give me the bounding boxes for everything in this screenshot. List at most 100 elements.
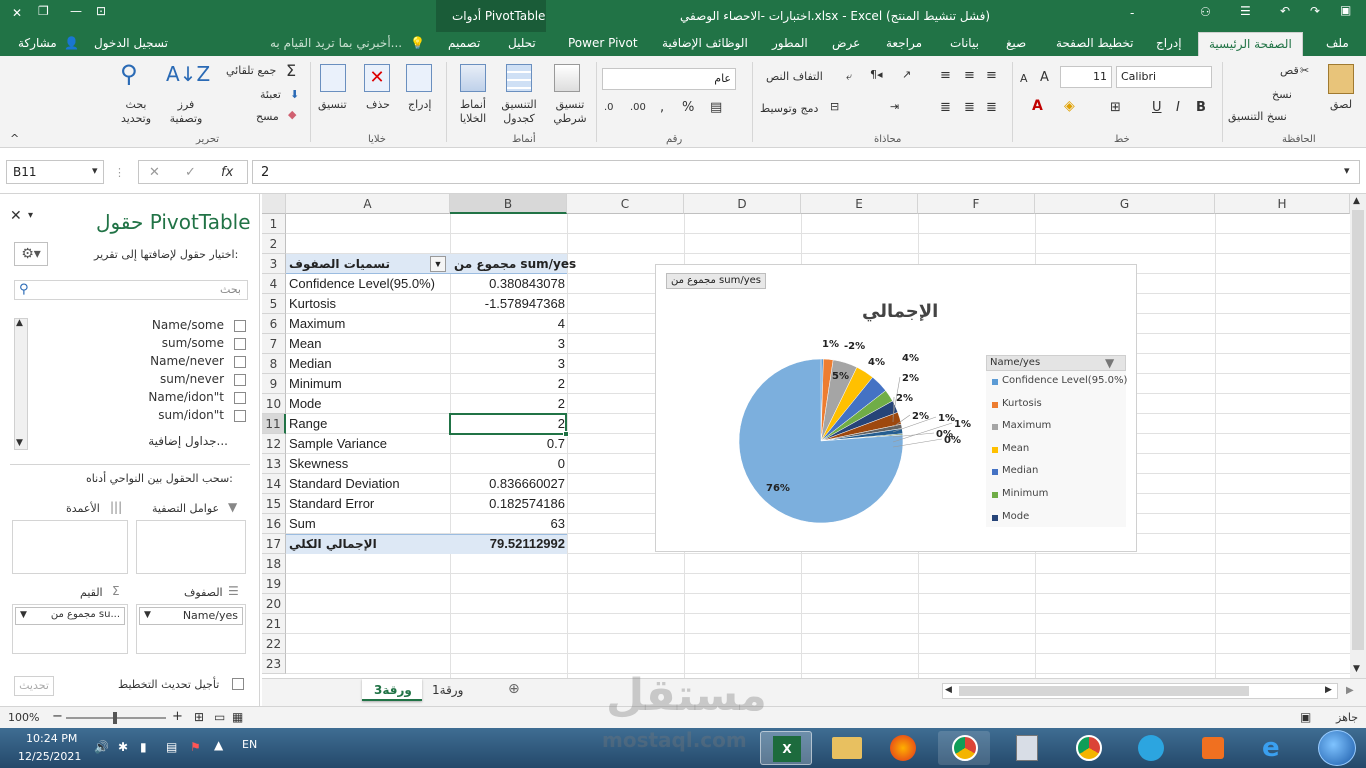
restore-icon[interactable]: ❐ (38, 4, 49, 18)
defer-update-checkbox[interactable] (232, 678, 244, 690)
row-header[interactable]: 5 (262, 294, 286, 314)
pivot-row-label[interactable]: Minimum (289, 374, 342, 394)
field-item[interactable]: Name/idon"t (148, 390, 224, 404)
paste-button[interactable]: لصق (1330, 98, 1352, 111)
align-left-icon[interactable]: ≣ (986, 100, 997, 115)
italic-icon[interactable]: I (1176, 100, 1180, 115)
rows-zone[interactable]: Name/yes ▼ (136, 604, 246, 654)
row-header[interactable]: 3 (262, 254, 286, 274)
taskbar-calculator[interactable] (1000, 731, 1052, 765)
volume-icon[interactable]: 🔊 (94, 740, 109, 754)
tab-power-pivot[interactable]: Power Pivot (568, 36, 638, 50)
row-header[interactable]: 13 (262, 454, 286, 474)
pivot-row-value[interactable]: 0.7 (450, 434, 565, 454)
pivot-row-value[interactable]: 0 (450, 454, 565, 474)
number-format-box[interactable]: عام (602, 68, 736, 90)
row-header[interactable]: 14 (262, 474, 286, 494)
cell-styles-button[interactable]: أنماط الخلايا (452, 98, 494, 126)
taskbar-chrome-2[interactable] (1062, 731, 1114, 765)
tab-review[interactable]: مراجعة (886, 36, 922, 50)
field-checkbox[interactable] (234, 374, 246, 386)
qat-icon[interactable]: ⚇ (1200, 5, 1211, 19)
field-checkbox[interactable] (234, 410, 246, 422)
decrease-font-icon[interactable]: A (1020, 72, 1028, 85)
pie-data-label[interactable]: 1% (954, 419, 971, 430)
pivot-row-value[interactable]: 4 (450, 314, 565, 334)
legend-item[interactable]: Mode (992, 511, 1124, 525)
pie-data-label[interactable]: 2% (902, 373, 919, 384)
column-header[interactable]: C (567, 194, 684, 214)
copy-button[interactable]: نسخ (1272, 88, 1292, 101)
horizontal-scrollbar[interactable]: ◀ ▶ (942, 683, 1338, 699)
language-indicator[interactable]: EN (242, 738, 257, 751)
taskbar-ie[interactable]: e (1248, 731, 1300, 765)
delete-cells-icon[interactable]: ✕ (364, 64, 390, 92)
active-cell-selector[interactable] (449, 413, 567, 435)
legend-field-button[interactable]: Name/yes ▼ (986, 355, 1126, 371)
row-header[interactable]: 20 (262, 594, 286, 614)
column-header[interactable]: H (1215, 194, 1350, 214)
tab-page-layout[interactable]: تخطيط الصفحة (1056, 36, 1133, 50)
taskbar-telegram[interactable] (1124, 731, 1176, 765)
row-header[interactable]: 2 (262, 234, 286, 254)
network-icon[interactable]: ▤ (166, 740, 177, 754)
borders-icon[interactable]: ⊞ (1110, 100, 1121, 115)
format-cells-button[interactable]: تنسيق (318, 98, 347, 111)
legend-item[interactable]: Minimum (992, 488, 1124, 502)
row-header[interactable]: 19 (262, 574, 286, 594)
align-middle-icon[interactable]: ≡ (964, 68, 975, 83)
format-cells-icon[interactable] (320, 64, 346, 92)
values-zone[interactable]: مجموع من su... ▼ (12, 604, 128, 654)
field-checkbox[interactable] (234, 356, 246, 368)
scroll-up-icon[interactable]: ▲ (16, 318, 23, 328)
pie-data-label[interactable]: -2% (844, 341, 865, 352)
zoom-level[interactable]: 100% (8, 711, 39, 724)
find-select-button[interactable]: بحث وتحديد (114, 98, 158, 126)
pivot-row-label[interactable]: Confidence Level(95.0%) (289, 274, 435, 294)
columns-zone[interactable] (12, 520, 128, 574)
pivot-row-value[interactable]: 2 (450, 394, 565, 414)
pivot-row-label[interactable]: Sum (289, 514, 316, 534)
taskbar-explorer[interactable] (820, 731, 872, 765)
field-checkbox[interactable] (234, 320, 246, 332)
format-as-table-button[interactable]: التنسيق كجدول (496, 98, 542, 126)
pivot-row-value[interactable]: 0.836660027 (450, 474, 565, 494)
ribbon-display-icon[interactable]: ⊡ (96, 4, 106, 18)
column-header[interactable]: D (684, 194, 801, 214)
pane-options-icon[interactable]: ▾ (28, 210, 33, 221)
row-header[interactable]: 9 (262, 374, 286, 394)
pivot-row-label[interactable]: Range (289, 414, 327, 434)
hscroll-thumb[interactable] (959, 686, 1249, 696)
paste-icon[interactable] (1328, 64, 1354, 94)
pivot-row-label[interactable]: Mean (289, 334, 322, 354)
close-icon[interactable]: ✕ (12, 6, 22, 20)
indent-icon[interactable]: ⇥ (890, 100, 899, 113)
sheet-scroll-right-icon[interactable]: ▶ (1346, 685, 1354, 696)
filters-zone[interactable] (136, 520, 246, 574)
fill-color-icon[interactable]: ◈ (1064, 98, 1075, 114)
pivot-row-value[interactable]: 0.182574186 (450, 494, 565, 514)
scroll-thumb[interactable] (1352, 210, 1364, 650)
hscroll-left-icon[interactable]: ◀ (945, 685, 952, 695)
align-center-icon[interactable]: ≣ (964, 100, 975, 115)
flag-icon[interactable]: ⚑ (190, 740, 201, 754)
taskbar-media[interactable] (1186, 731, 1238, 765)
align-right-icon[interactable]: ≣ (940, 100, 951, 115)
insert-cells-icon[interactable] (406, 64, 432, 92)
tab-home[interactable]: الصفحة الرئيسية (1198, 32, 1303, 56)
pivot-chart[interactable]: مجموع من sum/yes الإجمالي 1% -2% 5% 4% 4% 2% 2… (655, 264, 1137, 552)
macro-record-icon[interactable]: ▣ (1300, 710, 1311, 724)
field-item[interactable]: sum/some (162, 336, 224, 350)
pivot-row-label[interactable]: Standard Error (289, 494, 374, 514)
grand-total-label[interactable]: الإجمالي الكلي (289, 534, 377, 554)
autosum-button[interactable]: جمع تلقائي (226, 64, 276, 77)
row-header[interactable]: 8 (262, 354, 286, 374)
pivot-row-value[interactable]: 3 (450, 334, 565, 354)
tab-view[interactable]: عرض (832, 36, 860, 50)
sort-filter-icon[interactable]: A↓Z (166, 62, 210, 86)
field-checkbox[interactable] (234, 392, 246, 404)
zoom-in-icon[interactable]: + (172, 709, 183, 724)
field-list-scrollbar[interactable] (14, 318, 28, 450)
fill-handle[interactable] (563, 431, 569, 437)
bold-icon[interactable]: B (1196, 100, 1206, 115)
